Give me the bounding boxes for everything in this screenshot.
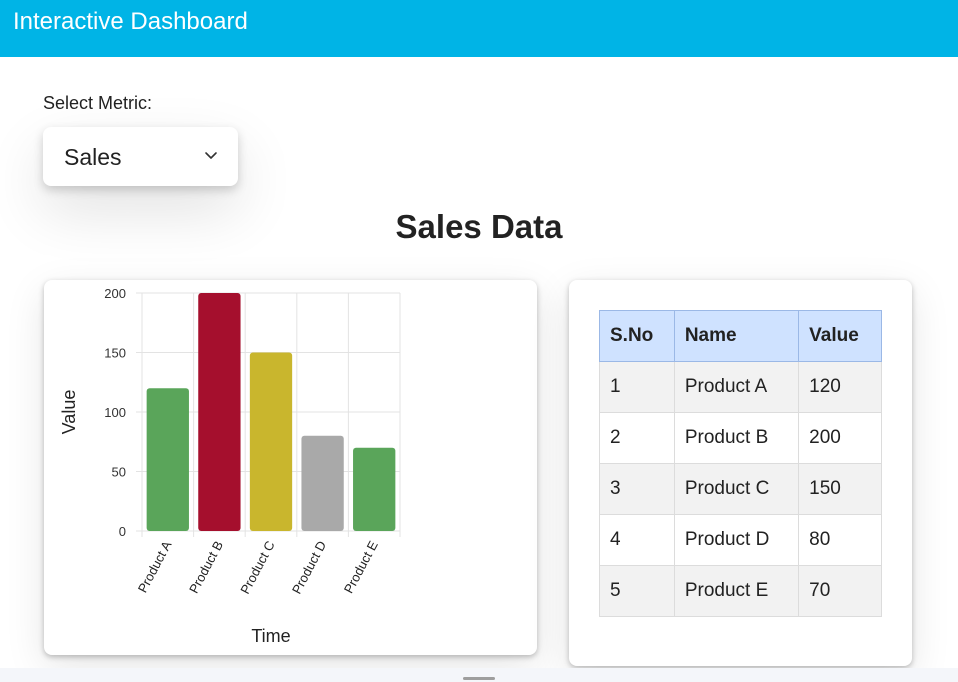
- x-tick-label: Product C: [237, 538, 277, 596]
- table-header-sno: S.No: [599, 310, 675, 362]
- scroll-handle[interactable]: [463, 677, 495, 680]
- y-tick-label: 200: [104, 286, 126, 301]
- table-cell-value: 120: [798, 361, 882, 413]
- app-header: Interactive Dashboard: [0, 0, 958, 57]
- table-cell-name: Product B: [673, 412, 800, 464]
- table-cell-value: 200: [798, 412, 882, 464]
- table-row: 3 Product C 150: [599, 463, 882, 515]
- metric-select-label: Select Metric:: [43, 93, 153, 113]
- table-row: 2 Product B 200: [599, 412, 882, 464]
- y-tick-label: 0: [119, 524, 126, 539]
- bar-product-c: [249, 352, 293, 531]
- y-tick-label: 100: [104, 405, 126, 420]
- bar-product-b: [198, 293, 241, 531]
- data-table: S.No Name Value 1 Product A 120 2 Produc…: [599, 310, 882, 617]
- metric-select[interactable]: Sales: [43, 127, 238, 186]
- metric-select-value: Sales: [64, 144, 122, 170]
- table-header-name: Name: [673, 310, 800, 362]
- section-title: Sales Data: [395, 208, 563, 245]
- x-tick-label: Product E: [341, 538, 381, 596]
- table-cell-name: Product C: [673, 463, 800, 515]
- bar-product-d: [301, 435, 344, 531]
- table-cell-sno: 5: [599, 565, 675, 617]
- table-cell-value: 80: [798, 514, 882, 566]
- bar-chart: 0 50 100 150 200 Product A Product B Product C P…: [59, 286, 401, 646]
- table-header-row: S.No Name Value: [599, 310, 882, 362]
- y-axis-title: Value: [59, 390, 79, 435]
- table-cell-sno: 3: [599, 463, 675, 515]
- table-row: 5 Product E 70: [599, 565, 882, 617]
- table-cell-name: Product E: [673, 565, 800, 617]
- table-cell-value: 150: [798, 463, 882, 515]
- x-tick-label: Product A: [135, 538, 175, 595]
- x-axis-title: Time: [251, 626, 290, 646]
- y-tick-label: 150: [104, 346, 126, 361]
- table-row: 4 Product D 80: [599, 514, 882, 566]
- table-header-value: Value: [798, 310, 882, 362]
- x-tick-label: Product D: [289, 538, 329, 596]
- app-title: Interactive Dashboard: [13, 8, 248, 35]
- bar-product-e: [353, 447, 396, 531]
- table-cell-name: Product A: [673, 361, 800, 413]
- chevron-down-icon: [205, 152, 217, 159]
- table-row: 1 Product A 120: [599, 361, 882, 413]
- table-cell-sno: 4: [599, 514, 675, 566]
- table-cell-value: 70: [798, 565, 882, 617]
- bar-product-a: [146, 388, 189, 531]
- table-cell-sno: 2: [599, 412, 675, 464]
- table-cell-sno: 1: [599, 361, 675, 413]
- table-cell-name: Product D: [673, 514, 800, 566]
- x-tick-label: Product B: [186, 538, 226, 595]
- table-card: S.No Name Value 1 Product A 120 2 Produc…: [569, 280, 912, 666]
- chart-card: 0 50 100 150 200 Product A Product B Product C P…: [44, 280, 537, 655]
- y-tick-label: 50: [112, 465, 126, 480]
